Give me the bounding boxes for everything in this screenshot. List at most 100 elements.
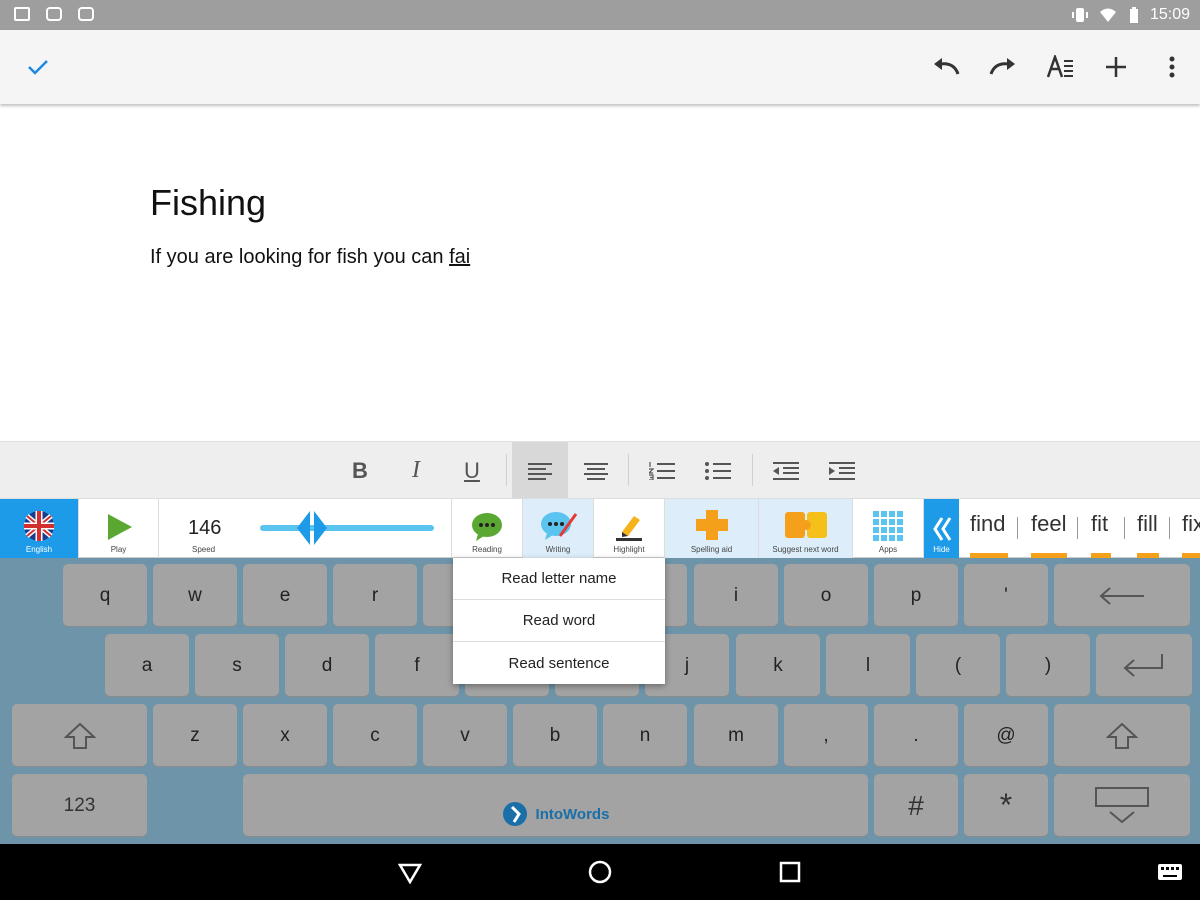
star-key[interactable]: *	[964, 774, 1048, 837]
document-body[interactable]: If you are looking for fish you can fai	[150, 246, 470, 269]
more-options-button[interactable]	[1152, 47, 1192, 87]
key-apostrophe[interactable]: '	[964, 564, 1048, 627]
key-close-paren[interactable]: )	[1006, 634, 1090, 697]
key-comma[interactable]: ,	[784, 704, 868, 767]
key-i[interactable]: i	[694, 564, 778, 627]
key-n[interactable]: n	[603, 704, 687, 767]
key-d[interactable]: d	[285, 634, 369, 697]
done-button[interactable]	[18, 47, 58, 87]
outdent-icon	[773, 461, 799, 480]
back-icon[interactable]	[398, 862, 422, 884]
key-o[interactable]: o	[784, 564, 868, 627]
hash-key[interactable]: #	[874, 774, 958, 837]
key-c[interactable]: c	[333, 704, 417, 767]
recents-icon[interactable]	[779, 861, 801, 883]
prediction-separator	[1077, 517, 1078, 539]
bullet-list-button[interactable]	[690, 442, 746, 499]
speed-slider-handle[interactable]	[295, 509, 329, 547]
key-s[interactable]: s	[195, 634, 279, 697]
suggest-next-word-button[interactable]: Suggest next word	[759, 499, 853, 559]
speed-slider-track[interactable]	[260, 525, 434, 531]
app-notification-icon-2	[78, 7, 94, 21]
key-q[interactable]: q	[63, 564, 147, 627]
key-e[interactable]: e	[243, 564, 327, 627]
speed-control: 146 Speed	[159, 499, 452, 559]
align-left-button[interactable]	[512, 442, 568, 499]
key-x[interactable]: x	[243, 704, 327, 767]
read-sentence-option[interactable]: Read sentence	[453, 642, 665, 684]
apps-button[interactable]: Apps	[853, 499, 924, 559]
underline-button[interactable]: U	[444, 442, 500, 499]
language-button[interactable]: English	[0, 499, 79, 559]
suggest-label: Suggest next word	[772, 545, 839, 554]
key-b[interactable]: b	[513, 704, 597, 767]
key-k[interactable]: k	[736, 634, 820, 697]
redo-button[interactable]	[983, 47, 1023, 87]
space-key[interactable]: IntoWords	[243, 774, 868, 837]
numbers-key[interactable]: 123	[12, 774, 147, 837]
hide-label: Hide	[933, 545, 950, 554]
highlighter-icon	[616, 516, 642, 541]
bold-button[interactable]: B	[332, 442, 388, 499]
enter-key[interactable]	[1096, 634, 1192, 697]
key-a[interactable]: a	[105, 634, 189, 697]
key-r[interactable]: r	[333, 564, 417, 627]
key-at[interactable]: @	[964, 704, 1048, 767]
spelling-aid-button[interactable]: Spelling aid	[665, 499, 759, 559]
enter-arrow-icon	[1123, 653, 1163, 677]
add-icon	[1106, 57, 1126, 77]
writing-label: Writing	[545, 545, 571, 554]
key-v[interactable]: v	[423, 704, 507, 767]
key-m[interactable]: m	[694, 704, 778, 767]
document-title[interactable]: Fishing	[150, 182, 266, 224]
intowords-brand-label: IntoWords	[535, 805, 610, 823]
prediction-word[interactable]: fit	[1091, 511, 1108, 537]
key-z[interactable]: z	[153, 704, 237, 767]
format-bar: B I U	[0, 441, 1200, 499]
shift-key-left[interactable]	[12, 704, 147, 767]
reading-button[interactable]: Reading	[452, 499, 523, 559]
highlight-button[interactable]: Highlight	[594, 499, 665, 559]
apps-grid-icon	[873, 511, 903, 541]
home-icon[interactable]	[588, 860, 612, 884]
divider	[752, 454, 753, 486]
key-l[interactable]: l	[826, 634, 910, 697]
align-center-button[interactable]	[568, 442, 624, 499]
reading-label: Reading	[472, 545, 502, 554]
read-letter-name-option[interactable]: Read letter name	[453, 558, 665, 600]
hide-keyboard-key[interactable]	[1054, 774, 1190, 837]
read-word-option[interactable]: Read word	[453, 600, 665, 642]
backspace-key[interactable]	[1054, 564, 1190, 627]
italic-button[interactable]: I	[388, 442, 444, 499]
key-p[interactable]: p	[874, 564, 958, 627]
key-open-paren[interactable]: (	[916, 634, 1000, 697]
keyboard-hide-icon	[1095, 786, 1149, 823]
shift-key-right[interactable]	[1054, 704, 1190, 767]
undo-button[interactable]	[926, 47, 966, 87]
prediction-word[interactable]: fill	[1137, 511, 1158, 537]
numbered-list-button[interactable]	[634, 442, 690, 499]
prediction-word[interactable]: find	[970, 511, 1005, 537]
divider	[506, 454, 507, 486]
play-button[interactable]: Play	[79, 499, 159, 559]
backspace-arrow-icon	[1099, 586, 1144, 605]
add-button[interactable]	[1096, 47, 1136, 87]
key-w[interactable]: w	[153, 564, 237, 627]
align-left-icon	[528, 462, 552, 480]
prediction-word[interactable]: fix	[1182, 511, 1200, 537]
bold-label: B	[352, 457, 368, 483]
play-icon	[107, 514, 132, 540]
writing-button[interactable]: Writing	[523, 499, 594, 559]
text-format-button[interactable]	[1040, 47, 1080, 87]
prediction-word[interactable]: feel	[1031, 511, 1066, 537]
indent-button[interactable]	[814, 442, 870, 499]
key-f[interactable]: f	[375, 634, 459, 697]
keyboard-icon[interactable]	[1157, 863, 1183, 881]
hide-button[interactable]: Hide	[924, 499, 959, 559]
key-period[interactable]: .	[874, 704, 958, 767]
underline-label: U	[464, 457, 480, 483]
prediction-separator	[1124, 517, 1125, 539]
outdent-button[interactable]	[758, 442, 814, 499]
highlight-label: Highlight	[613, 545, 645, 554]
navigation-bar	[0, 844, 1200, 900]
